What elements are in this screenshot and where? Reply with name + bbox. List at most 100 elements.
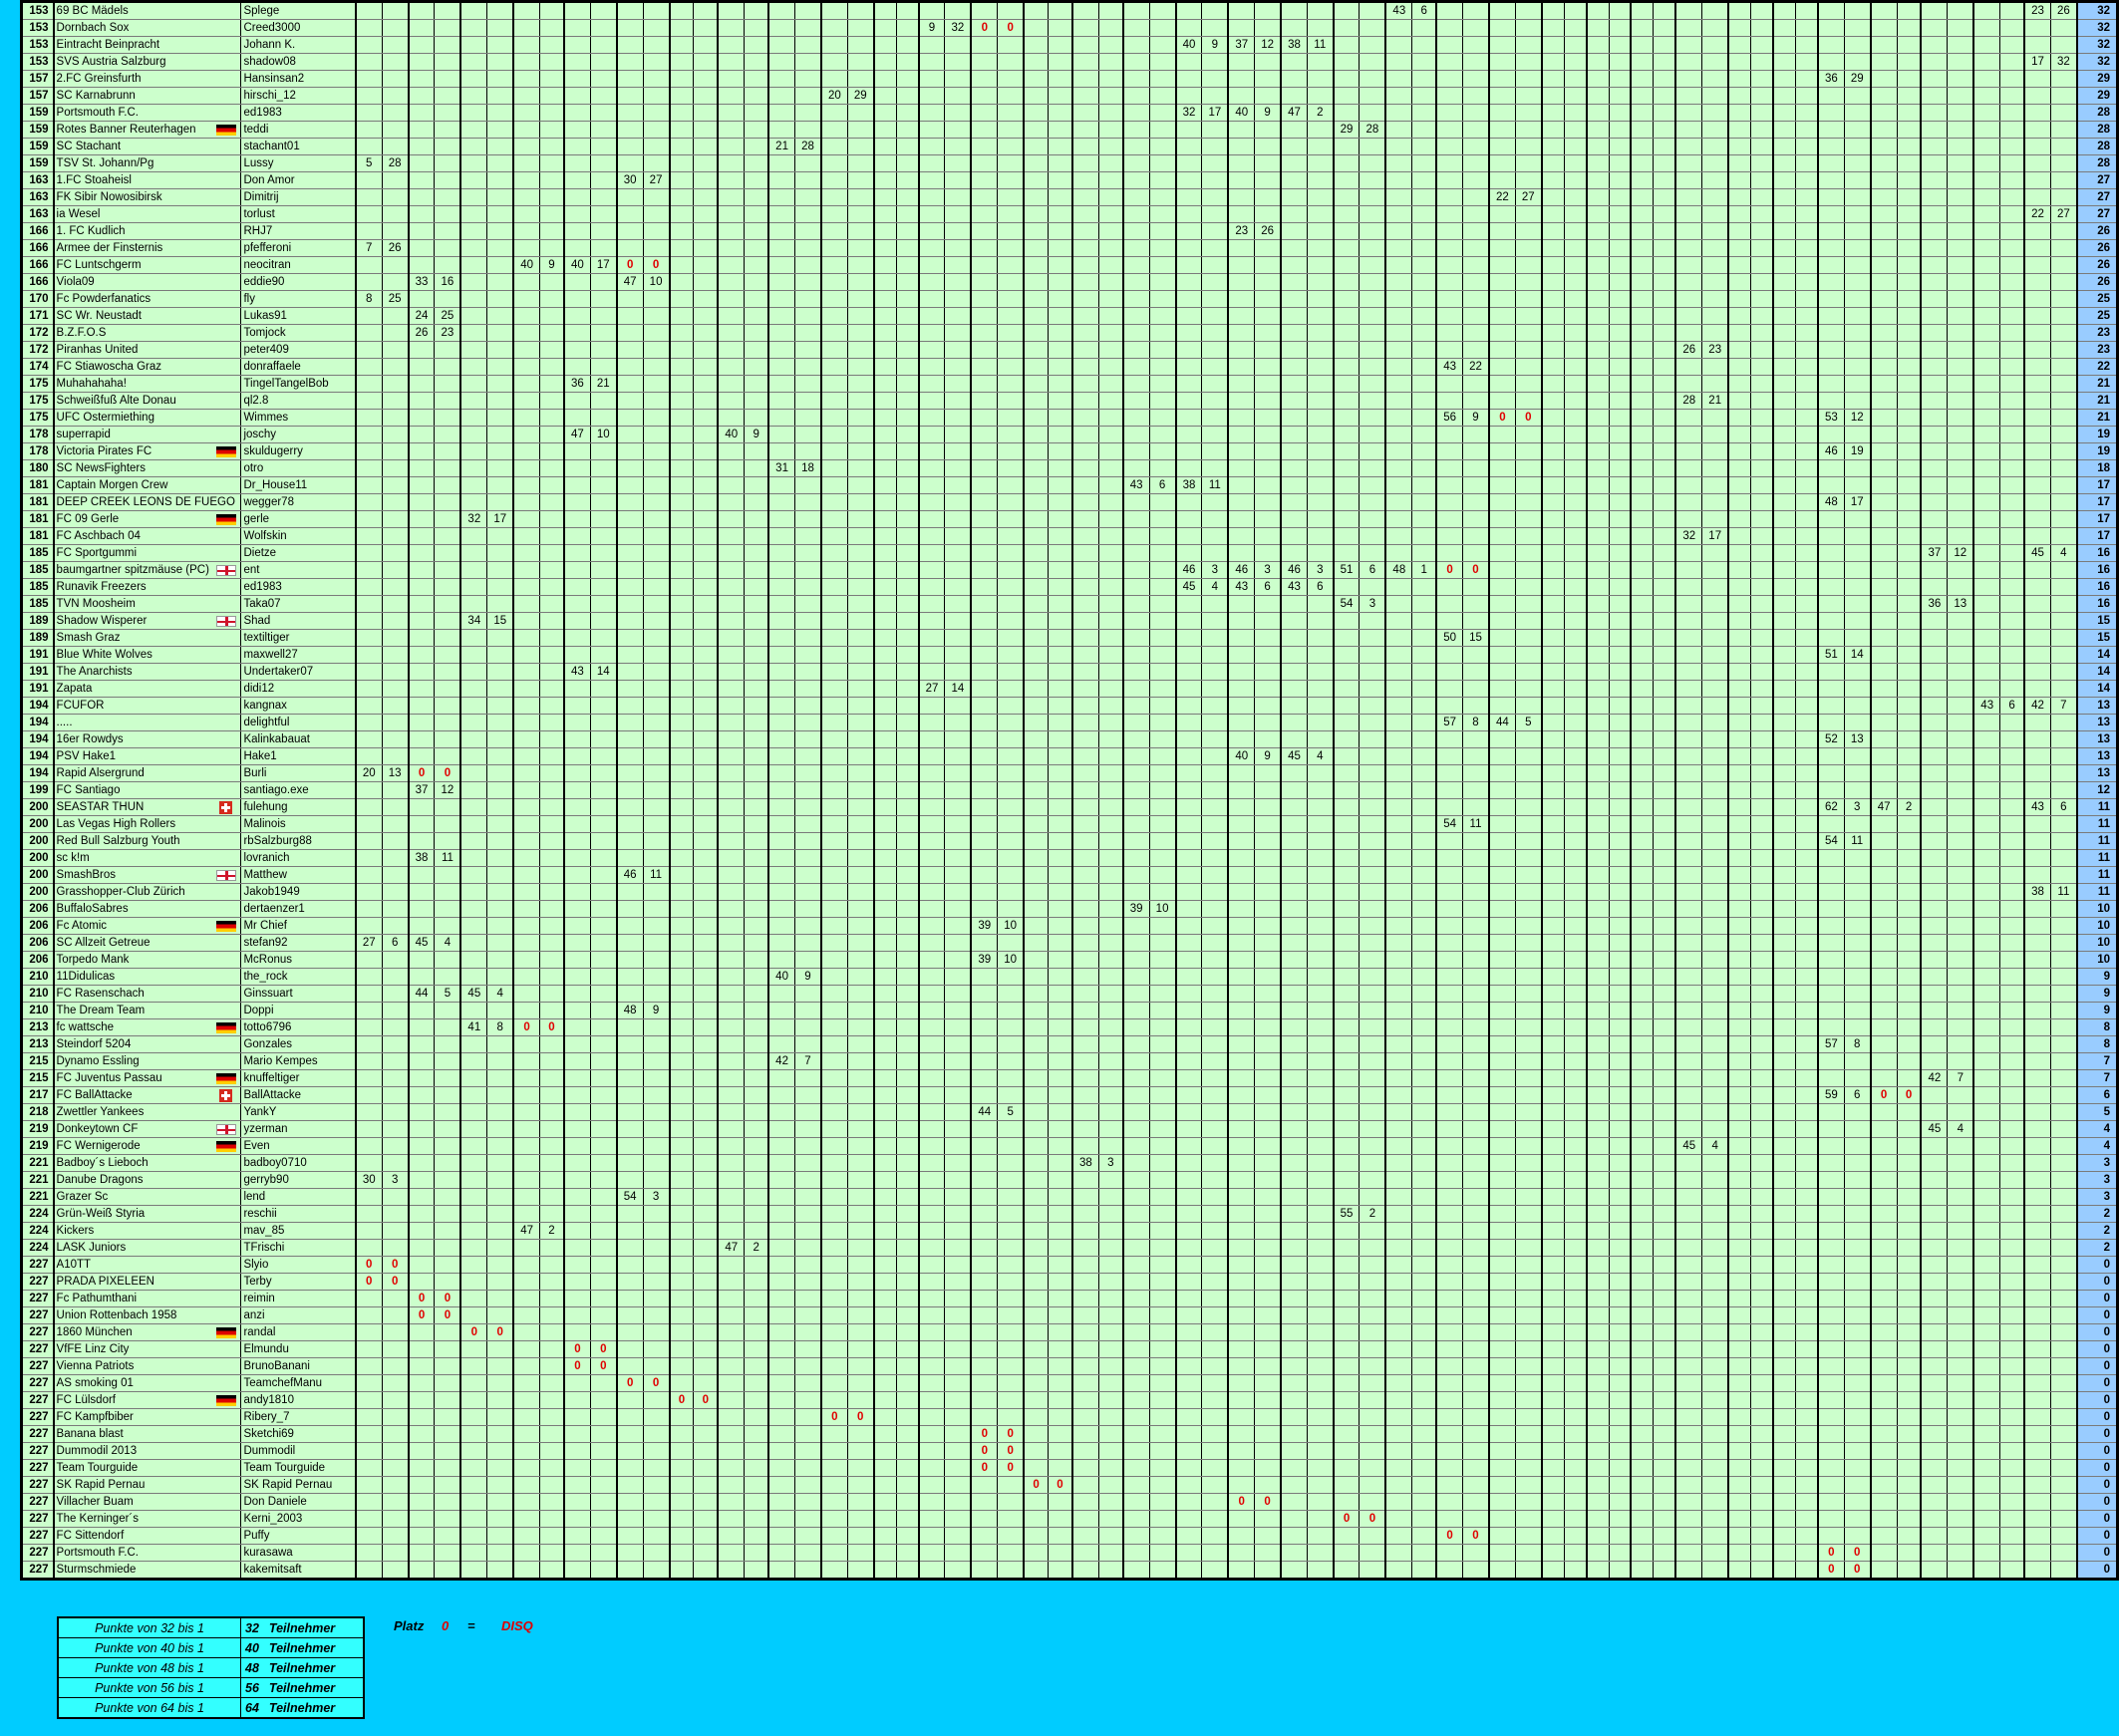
score-cell <box>873 121 897 139</box>
score-cell <box>1817 764 1845 782</box>
score-cell <box>1514 290 1543 308</box>
score-cell <box>1462 781 1490 799</box>
table-row: 181 FC 09 Gerle gerle 32 17 17 <box>20 510 2118 528</box>
score-cell <box>459 578 488 596</box>
score-cell <box>1541 493 1565 511</box>
team-name: Torpedo Mank <box>56 954 130 966</box>
score-cell <box>970 1086 999 1104</box>
team-name: SC Allzeit Getreue <box>56 937 151 949</box>
rank-cell: 166 <box>20 256 55 274</box>
score-cell <box>1653 1018 1677 1036</box>
score-cell <box>767 171 796 189</box>
score-cell <box>1122 680 1150 698</box>
score-cell <box>1254 1069 1283 1087</box>
score-cell <box>434 442 462 460</box>
score-cell <box>944 849 973 867</box>
score-cell <box>1023 629 1050 647</box>
score-cell <box>459 849 488 867</box>
score-cell <box>820 595 848 613</box>
score-cell <box>1817 968 1845 986</box>
score-cell <box>2023 934 2051 952</box>
score-cell <box>589 1002 618 1019</box>
score-cell <box>1896 87 1923 105</box>
score-cell <box>1794 527 1819 545</box>
score-cell <box>1462 544 1490 562</box>
score-cell <box>1201 87 1230 105</box>
score-cell <box>2049 19 2078 37</box>
score-cell <box>1817 256 1845 274</box>
score-cell <box>1333 917 1361 935</box>
score-cell <box>1817 883 1845 901</box>
score-cell <box>846 730 875 748</box>
score-cell <box>1843 171 1872 189</box>
score-cell <box>355 578 383 596</box>
score-cell: 0 <box>642 256 671 274</box>
total-points-cell: 19 <box>2075 442 2118 460</box>
score-cell <box>1411 426 1438 443</box>
score-cell <box>1227 154 1256 172</box>
score-cell <box>1674 951 1703 969</box>
score-cell <box>434 1035 462 1053</box>
score-cell <box>918 1103 946 1121</box>
score-cell <box>589 1 618 20</box>
score-cell <box>794 917 822 935</box>
score-cell: 26 <box>408 324 436 342</box>
score-cell <box>1750 70 1775 88</box>
score-cell <box>1727 459 1752 477</box>
score-cell <box>895 1086 920 1104</box>
score-cell <box>1947 510 1975 528</box>
score-cell <box>1201 392 1230 410</box>
score-cell <box>1750 256 1775 274</box>
score-cell <box>1411 324 1438 342</box>
score-cell <box>1563 256 1588 274</box>
score-cell <box>873 1018 897 1036</box>
score-cell <box>1674 256 1703 274</box>
score-cell <box>944 154 973 172</box>
score-cell <box>1999 1035 2026 1053</box>
team-name-cell: superrapid <box>53 426 242 443</box>
score-cell <box>1280 815 1308 833</box>
score-cell <box>1514 900 1543 918</box>
score-cell <box>1071 493 1099 511</box>
score-cell <box>717 646 746 664</box>
score-cell <box>486 680 515 698</box>
score-cell <box>1122 1018 1150 1036</box>
score-cell <box>1359 578 1387 596</box>
score-cell <box>895 307 920 325</box>
score-cell <box>1280 493 1308 511</box>
table-row: 206 Torpedo Mank McRonus 39 10 10 <box>20 951 2118 969</box>
score-cell <box>1280 629 1308 647</box>
score-cell <box>1817 290 1845 308</box>
score-cell <box>693 307 720 325</box>
team-name: Muhahahaha! <box>56 378 127 390</box>
score-cell <box>820 883 848 901</box>
score-cell <box>1280 781 1308 799</box>
score-cell <box>918 290 946 308</box>
team-name: baumgartner spitzmäuse (PC) <box>56 564 209 576</box>
score-cell <box>1727 358 1752 376</box>
score-cell <box>1411 781 1438 799</box>
score-cell <box>642 1052 671 1070</box>
manager-name-cell: kangnax <box>240 697 357 715</box>
score-cell <box>381 612 410 630</box>
score-cell <box>1563 747 1588 765</box>
score-cell <box>434 595 462 613</box>
score-cell <box>1817 239 1845 257</box>
score-cell <box>1254 612 1283 630</box>
score-cell <box>1608 476 1633 494</box>
score-cell <box>970 104 999 122</box>
score-cell <box>1947 121 1975 139</box>
score-cell <box>1023 1 1050 20</box>
score-cell <box>1674 646 1703 664</box>
score-cell <box>1920 815 1949 833</box>
score-cell <box>1097 154 1124 172</box>
total-points-cell: 25 <box>2075 307 2118 325</box>
score-cell <box>1435 154 1464 172</box>
score-cell <box>1306 121 1335 139</box>
score-cell <box>1384 1069 1413 1087</box>
score-cell <box>1772 121 1796 139</box>
score-cell <box>2023 730 2051 748</box>
score-cell <box>744 764 770 782</box>
score-cell <box>1254 629 1283 647</box>
score-cell <box>669 764 695 782</box>
